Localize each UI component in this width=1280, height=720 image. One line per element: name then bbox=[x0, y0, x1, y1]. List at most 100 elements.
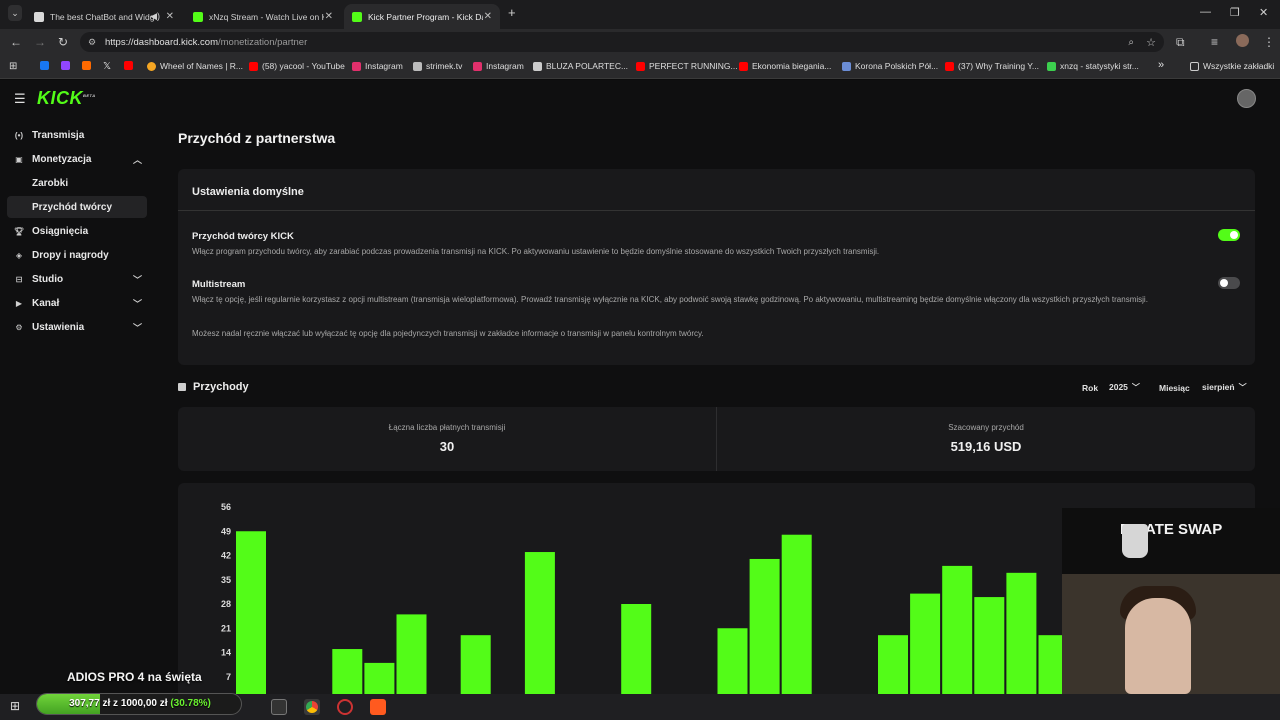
browser-tab-bar: ⌄ The best ChatBot and Widg ◀) ✕ xNzq St… bbox=[0, 0, 1280, 29]
sidebar-item-studio[interactable]: ⊟ Studio ﹀ bbox=[7, 268, 147, 290]
bookmarks-more[interactable]: » bbox=[1158, 59, 1164, 71]
chevron-down-icon: ﹀ bbox=[132, 322, 142, 333]
media-icon[interactable]: ≡ bbox=[1211, 35, 1218, 49]
y-tick-label: 35 bbox=[221, 575, 231, 585]
chart-bar[interactable] bbox=[364, 662, 395, 694]
option-desc-kick-revenue: Włącz program przychodu twórcy, aby zara… bbox=[192, 247, 880, 256]
trophy-icon: 🏆︎ bbox=[13, 226, 25, 236]
sidebar-item-kanal[interactable]: ▶ Kanał ﹀ bbox=[7, 292, 147, 314]
chart-bar[interactable] bbox=[781, 534, 812, 694]
chatbot-icon bbox=[34, 11, 44, 22]
bookmark-youtube[interactable] bbox=[124, 61, 137, 70]
profile-avatar[interactable] bbox=[1236, 34, 1249, 47]
chart-bar[interactable] bbox=[942, 565, 973, 694]
broadcast-icon: (•) bbox=[14, 130, 24, 140]
youtube-icon bbox=[636, 61, 645, 71]
bookmark-wheel[interactable]: Wheel of Names | R... bbox=[147, 61, 243, 71]
minimize-icon[interactable]: — bbox=[1200, 6, 1211, 18]
back-icon[interactable]: ← bbox=[10, 35, 22, 49]
close-icon[interactable]: ✕ bbox=[484, 11, 492, 22]
windows-start-icon[interactable]: ⊞ bbox=[10, 699, 26, 715]
extensions-icon[interactable]: ⧉ bbox=[1176, 35, 1185, 50]
all-bookmarks[interactable]: Wszystkie zakładki bbox=[1190, 61, 1274, 71]
bookmark-strimek[interactable]: strimek.tv bbox=[413, 61, 462, 71]
sidebar-item-osiagniecia[interactable]: 🏆︎ Osiągnięcia bbox=[7, 220, 147, 242]
chart-bar[interactable] bbox=[749, 558, 780, 694]
user-avatar[interactable] bbox=[1237, 89, 1256, 108]
sidebar-item-ustawienia[interactable]: ⚙ Ustawienia ﹀ bbox=[7, 316, 147, 338]
kick-revenue-toggle[interactable] bbox=[1218, 229, 1240, 241]
pirate-logo-icon bbox=[1122, 524, 1148, 558]
kick-logo[interactable]: KICKBETA bbox=[37, 88, 96, 109]
close-window-icon[interactable]: ✕ bbox=[1259, 6, 1268, 19]
year-select[interactable]: 2025 ﹀ bbox=[1105, 378, 1144, 396]
chart-bar[interactable] bbox=[236, 531, 266, 694]
chart-bar[interactable] bbox=[396, 614, 427, 694]
bookmark-instagram[interactable]: Instagram bbox=[352, 61, 403, 71]
month-select[interactable]: sierpień ﹀ bbox=[1198, 378, 1251, 396]
app-z-icon[interactable] bbox=[370, 699, 386, 715]
settings-heading: Ustawienia domyślne bbox=[192, 186, 304, 198]
bookmark-twitch[interactable] bbox=[61, 61, 74, 70]
bookmark-label: xnzq - statystyki str... bbox=[1060, 61, 1139, 71]
sidebar-item-dropy[interactable]: ◈ Dropy i nagrody bbox=[7, 244, 147, 266]
bookmark-why-training[interactable]: (37) Why Training Y... bbox=[945, 61, 1039, 71]
audio-icon[interactable]: ◀) bbox=[150, 11, 160, 22]
sidebar-item-monetyzacja[interactable]: ▣ Monetyzacja ︿ bbox=[7, 148, 147, 170]
chart-bar[interactable] bbox=[524, 552, 555, 694]
bookmark-ekonomia[interactable]: Ekonomia biegania... bbox=[739, 61, 831, 71]
chart-bar[interactable] bbox=[717, 628, 748, 694]
chrome-icon[interactable] bbox=[304, 699, 320, 715]
bookmark-korona[interactable]: Korona Polskich Pół... bbox=[842, 61, 938, 71]
reload-icon[interactable]: ↻ bbox=[58, 35, 68, 49]
wallet-icon: ▣ bbox=[15, 154, 23, 164]
strimek-icon bbox=[413, 61, 422, 71]
menu-icon[interactable]: ⋮ bbox=[1263, 35, 1275, 49]
restore-icon[interactable]: ❐ bbox=[1230, 6, 1240, 19]
close-icon[interactable]: ✕ bbox=[325, 11, 333, 22]
forward-icon[interactable]: → bbox=[34, 35, 46, 49]
youtube-icon bbox=[739, 61, 748, 71]
chart-bar[interactable] bbox=[910, 593, 941, 694]
sidebar-item-label: Kanał bbox=[32, 297, 60, 309]
site-info-icon[interactable]: ⚙ bbox=[88, 37, 96, 48]
bookmark-yacool[interactable]: (58) yacool - YouTube bbox=[249, 61, 345, 71]
close-icon[interactable]: ✕ bbox=[166, 11, 174, 22]
bookmark-instagram-2[interactable]: Instagram bbox=[473, 61, 524, 71]
tab-search-icon[interactable]: ⌄ bbox=[8, 5, 22, 21]
bookmark-app[interactable] bbox=[82, 61, 95, 70]
chevron-down-icon: ﹀ bbox=[132, 298, 142, 309]
chart-bar[interactable] bbox=[878, 635, 908, 694]
chart-bar[interactable] bbox=[460, 635, 491, 694]
zoom-icon[interactable]: ⌕ bbox=[1128, 37, 1134, 48]
sidebar-item-label: Studio bbox=[32, 273, 64, 285]
bookmark-bluza[interactable]: BLUZA POLARTEC... bbox=[533, 61, 628, 71]
estimated-revenue-stat: Szacowany przychód 519,16 USD bbox=[717, 407, 1255, 471]
bookmark-perfect-running[interactable]: PERFECT RUNNING... bbox=[636, 61, 738, 71]
tab-kick-partner[interactable]: Kick Partner Program - Kick Da ✕ bbox=[344, 4, 500, 29]
new-tab-button[interactable]: + bbox=[508, 5, 516, 20]
tab-label: xNzq Stream - Watch Live on K bbox=[209, 11, 324, 22]
hamburger-menu-icon[interactable]: ☰ bbox=[14, 91, 26, 107]
sidebar-subitem-zarobki[interactable]: Zarobki bbox=[7, 172, 147, 194]
bookmark-xnzq-stats[interactable]: xnzq - statystyki str... bbox=[1047, 61, 1139, 71]
tab-chatbot[interactable]: The best ChatBot and Widg ◀) ✕ bbox=[26, 4, 182, 29]
chart-bar[interactable] bbox=[974, 597, 1005, 694]
sidebar-subitem-przychod-tworcy[interactable]: Przychód twórcy bbox=[7, 196, 147, 218]
y-tick-label: 42 bbox=[221, 551, 231, 561]
chart-bar[interactable] bbox=[621, 604, 652, 694]
url-field[interactable]: ⚙ https://dashboard.kick.com/monetizatio… bbox=[80, 32, 1164, 52]
obs-icon[interactable] bbox=[337, 699, 353, 715]
terminal-icon[interactable] bbox=[271, 699, 287, 715]
bookmark-facebook[interactable] bbox=[40, 61, 53, 70]
apps-icon[interactable]: ⊞ bbox=[9, 61, 17, 72]
star-icon[interactable]: ☆ bbox=[1146, 36, 1156, 49]
goal-target: 1000,00 zł bbox=[120, 698, 168, 709]
multistream-toggle[interactable] bbox=[1218, 277, 1240, 289]
sidebar-item-transmisja[interactable]: (•) Transmisja bbox=[7, 124, 147, 146]
tab-xnzq-stream[interactable]: xNzq Stream - Watch Live on K ✕ bbox=[185, 4, 341, 29]
bookmark-x[interactable]: 𝕏 bbox=[103, 61, 111, 72]
chart-bar[interactable] bbox=[1006, 572, 1037, 694]
chart-bar[interactable] bbox=[332, 649, 363, 694]
shop-icon bbox=[533, 61, 542, 71]
